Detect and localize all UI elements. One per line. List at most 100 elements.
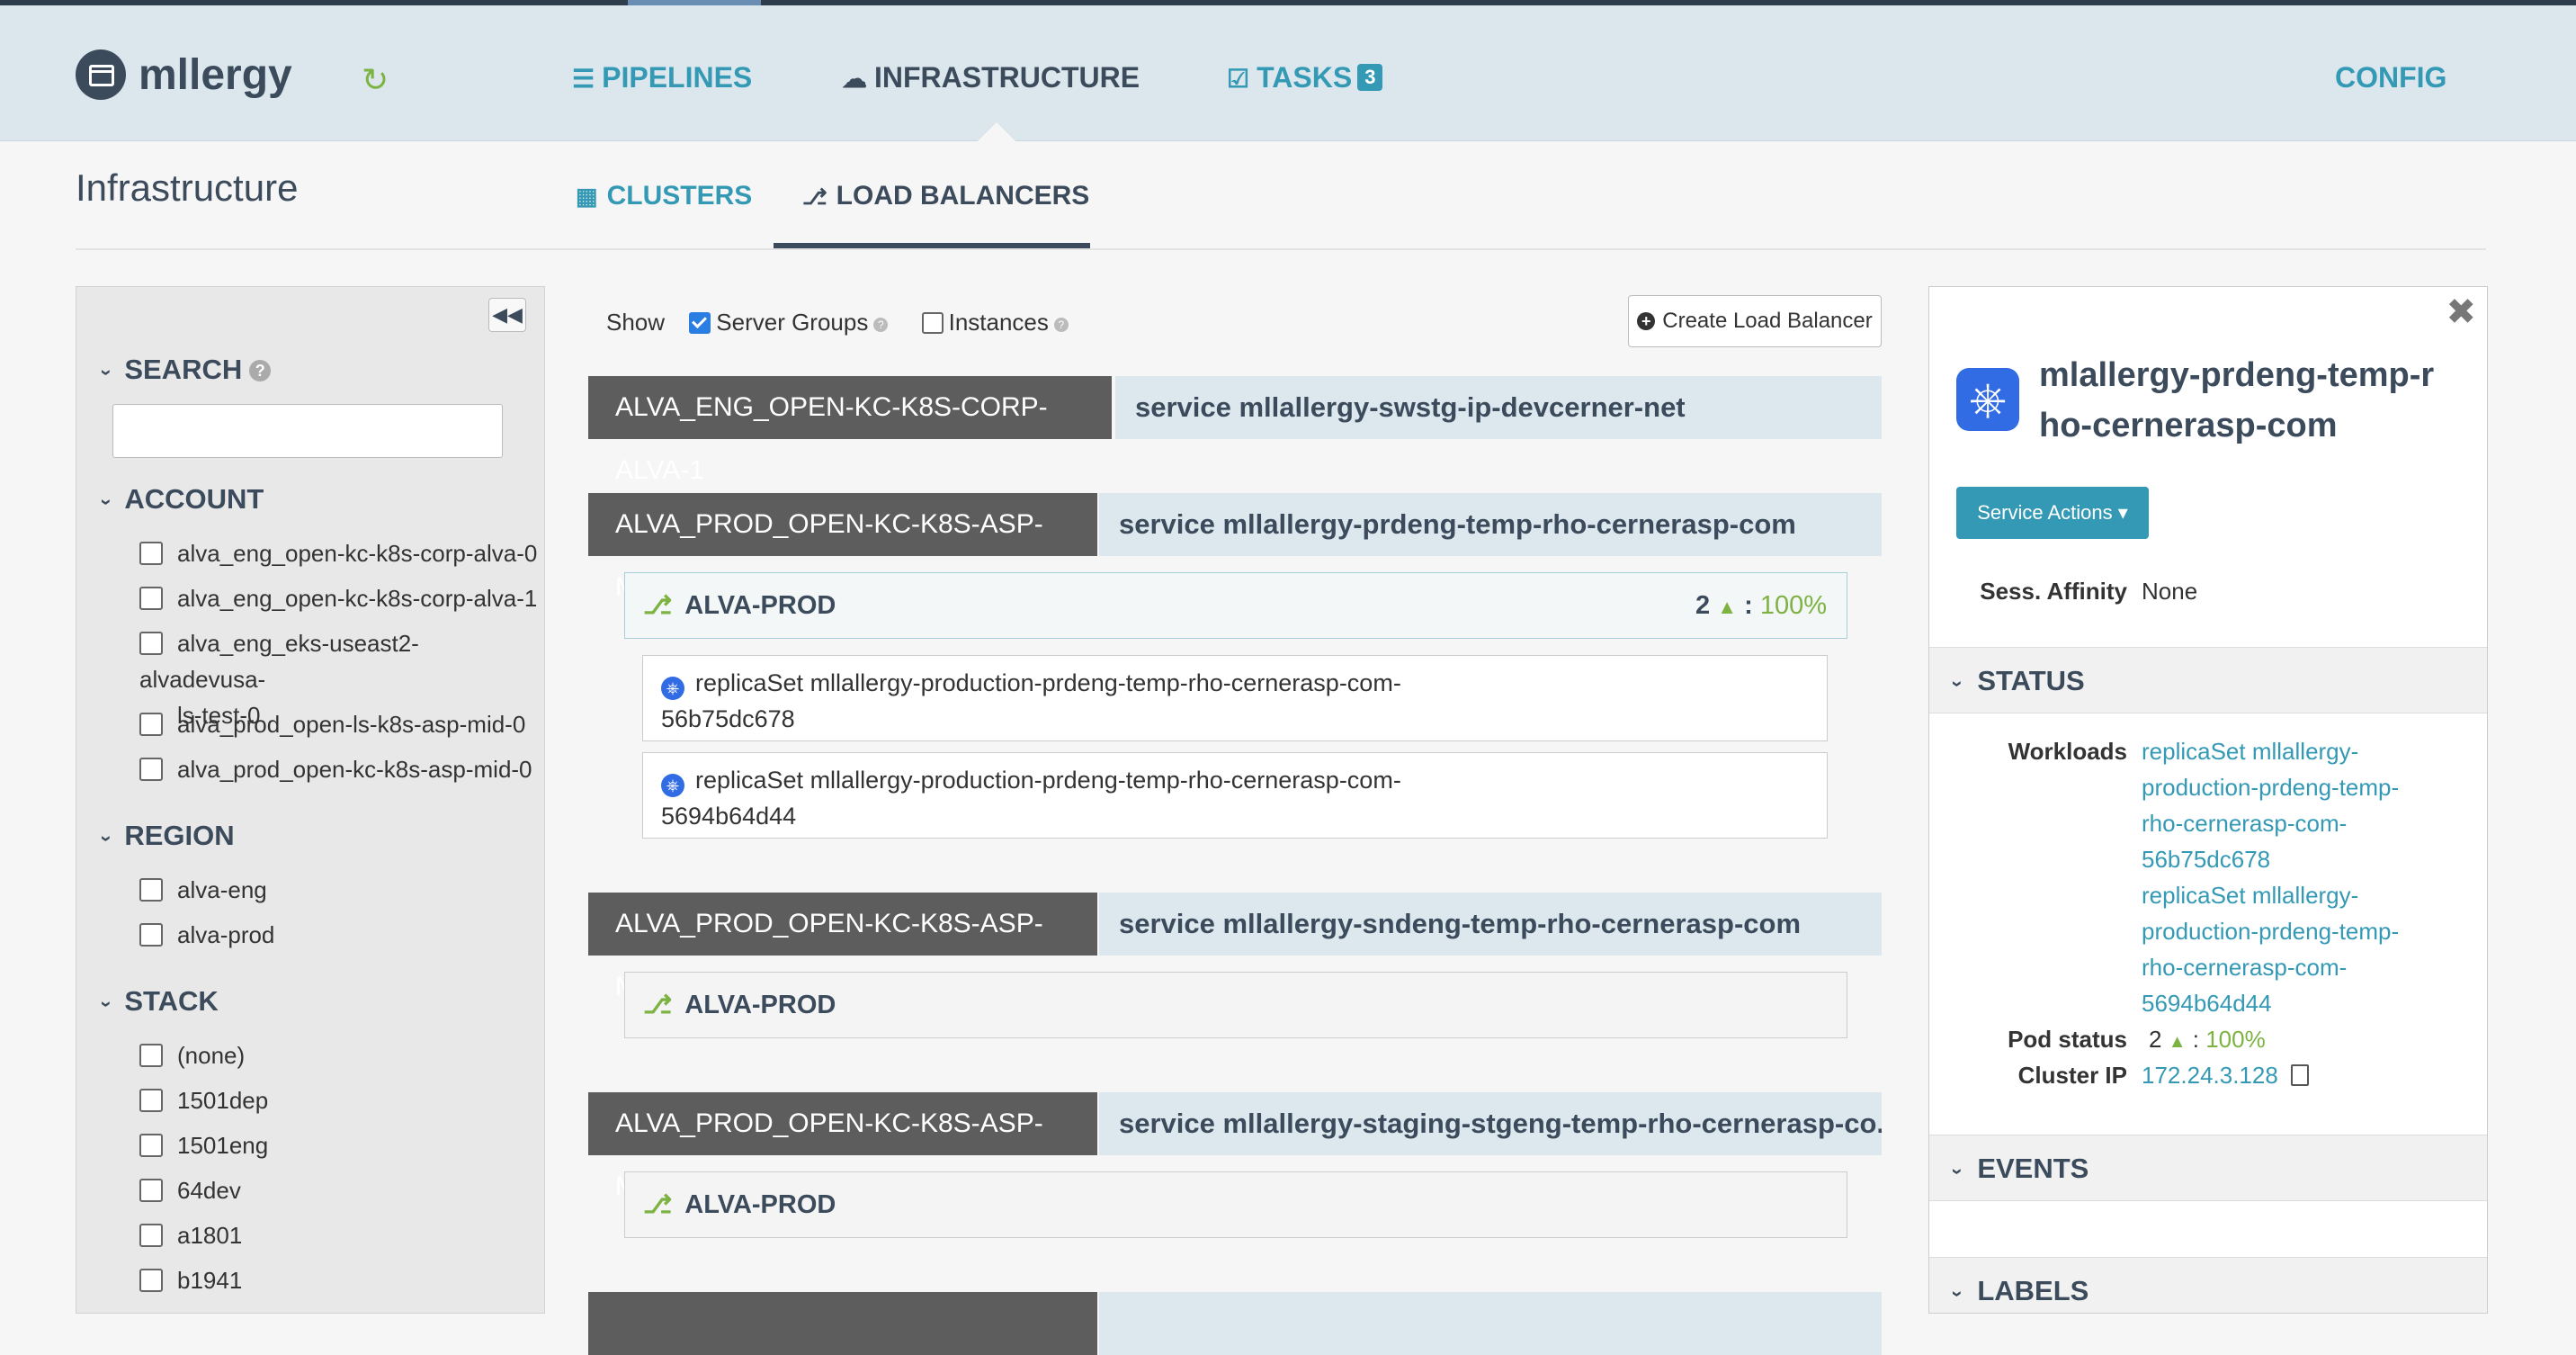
load-balancer-header[interactable]: service mllallergy-swstg-ip-devcerner-ne…	[1115, 376, 1882, 439]
instances-checkbox[interactable]	[921, 312, 944, 334]
chevron-down-icon: ›	[1946, 1290, 1970, 1297]
chevron-down-icon: ›	[1946, 1168, 1970, 1175]
account-option[interactable]: alva_eng_open-kc-k8s-corp-alva-1	[139, 580, 537, 616]
nav-tasks[interactable]: ☑ TASKS 3	[1227, 59, 1383, 97]
copy-icon[interactable]	[2290, 1064, 2309, 1086]
workload-link-line: 5694b64d44	[2142, 990, 2272, 1017]
help-icon[interactable]: ?	[873, 318, 889, 332]
sitemap-icon: ⎇	[802, 185, 827, 210]
account-heading[interactable]: › ACCOUNT	[96, 481, 264, 520]
checkbox[interactable]	[139, 713, 163, 736]
checkbox[interactable]	[139, 1269, 163, 1292]
search-input[interactable]	[112, 404, 503, 458]
workload-link-line: rho-cernerasp-com-	[2142, 954, 2348, 981]
region-heading[interactable]: › REGION	[96, 818, 235, 857]
service-actions-button[interactable]: Service Actions ▾	[1956, 487, 2149, 539]
region-row[interactable]: ⎇ ALVA-PROD 2 ▲ : 100%	[624, 572, 1847, 639]
server-groups-checkbox[interactable]	[689, 312, 711, 334]
stack-option[interactable]: 1501eng	[139, 1127, 268, 1163]
checkbox[interactable]	[139, 632, 163, 655]
refresh-icon[interactable]: ↻	[362, 63, 389, 97]
sess-affinity-label: Sess. Affinity	[1980, 578, 2127, 605]
chevron-down-icon: ›	[1946, 680, 1970, 687]
active-nav-indicator	[971, 122, 1022, 148]
kubernetes-icon: ⎈	[661, 677, 684, 700]
stack-option[interactable]: a1801	[139, 1217, 242, 1253]
tasks-count-badge: 3	[1357, 64, 1383, 91]
load-balancer-header[interactable]: service mllallergy-prdeng-temp-rho-cerne…	[1099, 493, 1882, 556]
nav-infrastructure[interactable]: ☁ INFRASTRUCTURE	[842, 59, 1140, 97]
instances-label[interactable]: Instances	[949, 309, 1049, 336]
stack-option[interactable]: b1941	[139, 1262, 242, 1298]
workloads-label: Workloads	[2008, 738, 2127, 765]
help-icon[interactable]: ?	[1053, 318, 1069, 332]
cloud-icon: ☁	[842, 65, 867, 93]
region-label: ALVA-PROD	[684, 991, 836, 1019]
server-groups-label[interactable]: Server Groups	[716, 309, 868, 336]
stack-heading[interactable]: › STACK	[96, 983, 219, 1022]
cluster-ip-link[interactable]: 172.24.3.128	[2142, 1062, 2278, 1089]
workload-link-line: rho-cernerasp-com-	[2142, 810, 2348, 837]
account-option[interactable]: alva_prod_open-kc-k8s-asp-mid-0	[139, 751, 532, 787]
checkbox[interactable]	[139, 587, 163, 610]
create-load-balancer-button[interactable]: + Create Load Balancer	[1628, 295, 1882, 347]
chevron-down-icon: ›	[95, 498, 119, 506]
checkbox[interactable]	[139, 923, 163, 947]
server-group-row[interactable]: ⎈ replicaSet mllallergy-production-prdeng…	[642, 655, 1828, 741]
checkbox[interactable]	[139, 542, 163, 565]
stack-option[interactable]: 64dev	[139, 1172, 241, 1208]
account-option[interactable]: alva_prod_open-ls-k8s-asp-mid-0	[139, 706, 525, 742]
region-option[interactable]: alva-prod	[139, 917, 274, 953]
region-option[interactable]: alva-eng	[139, 872, 267, 908]
help-icon[interactable]: ?	[249, 360, 272, 381]
stack-option[interactable]: 1501dep	[139, 1082, 268, 1118]
events-section-header[interactable]: › EVENTS	[1929, 1135, 2487, 1201]
tab-load-balancers[interactable]: ⎇ LOAD BALANCERS	[802, 178, 1089, 216]
checkbox[interactable]	[139, 1089, 163, 1112]
server-group-row[interactable]: ⎈ replicaSet mllallergy-production-prdeng…	[642, 752, 1828, 839]
cluster-ip-label: Cluster IP	[2017, 1062, 2127, 1089]
triangle-up-icon: ▲	[2168, 1032, 2187, 1052]
nav-pipelines-label: PIPELINES	[602, 61, 753, 94]
health-counts: 2 ▲ : 100%	[1695, 573, 1827, 640]
nav-config[interactable]: CONFIG	[2335, 59, 2446, 95]
nav-pipelines[interactable]: ☰ PIPELINES	[572, 59, 752, 97]
checkbox[interactable]	[139, 1134, 163, 1157]
app-name[interactable]: mllergy	[139, 49, 292, 102]
load-balancer-header[interactable]: service mllallergy-sndeng-temp-rho-cerne…	[1099, 893, 1882, 956]
account-option-label: alva_eng_open-kc-k8s-corp-alva-0	[177, 540, 538, 567]
stack-heading-label: STACK	[124, 985, 219, 1017]
stack-option[interactable]: (none)	[139, 1037, 245, 1073]
search-heading[interactable]: › SEARCH?	[96, 352, 272, 390]
collapse-sidebar-button[interactable]: ◀◀	[488, 298, 526, 332]
checkbox[interactable]	[139, 878, 163, 902]
events-heading: EVENTS	[1977, 1153, 2089, 1184]
show-label: Show	[606, 309, 666, 336]
tab-clusters[interactable]: ▦ CLUSTERS	[576, 178, 752, 214]
chevron-down-icon: ›	[95, 1001, 119, 1008]
checkbox[interactable]	[139, 1224, 163, 1247]
close-icon[interactable]: ✖	[2446, 294, 2476, 330]
workload-link[interactable]: replicaSet mllallergy- production-prdeng…	[2142, 733, 2399, 877]
region-row[interactable]: ⎇ ALVA-PROD	[624, 1171, 1847, 1238]
status-section-header[interactable]: › STATUS	[1929, 647, 2487, 713]
server-group-name-cont: 5694b64d44	[661, 803, 797, 830]
account-option[interactable]: alva_eng_open-kc-k8s-corp-alva-0	[139, 535, 537, 571]
labels-section-header[interactable]: › LABELS	[1929, 1257, 2487, 1313]
stack-option-label: (none)	[177, 1042, 246, 1069]
grid-icon: ▦	[576, 183, 598, 210]
workload-link-line: replicaSet mllallergy-	[2142, 738, 2359, 765]
checkbox[interactable]	[139, 758, 163, 781]
load-balancer-header[interactable]: service mllallergy-staging-stgeng-temp-r…	[1099, 1092, 1882, 1155]
server-group-name: replicaSet mllallergy-production-prdeng-…	[695, 669, 1401, 696]
workload-link[interactable]: replicaSet mllallergy- production-prdeng…	[2142, 877, 2399, 1021]
region-row[interactable]: ⎇ ALVA-PROD	[624, 972, 1847, 1038]
checkbox[interactable]	[139, 1179, 163, 1202]
load-balancer-icon: ⎇	[643, 991, 673, 1018]
pod-status-value: 2 ▲ : 100%	[2149, 1021, 2266, 1060]
load-balancer-header[interactable]	[1099, 1292, 1882, 1355]
kubernetes-icon: ⎈	[1956, 368, 2019, 431]
checkbox[interactable]	[139, 1044, 163, 1067]
pod-status-label: Pod status	[2008, 1026, 2127, 1053]
region-label: ALVA-PROD	[684, 591, 836, 620]
